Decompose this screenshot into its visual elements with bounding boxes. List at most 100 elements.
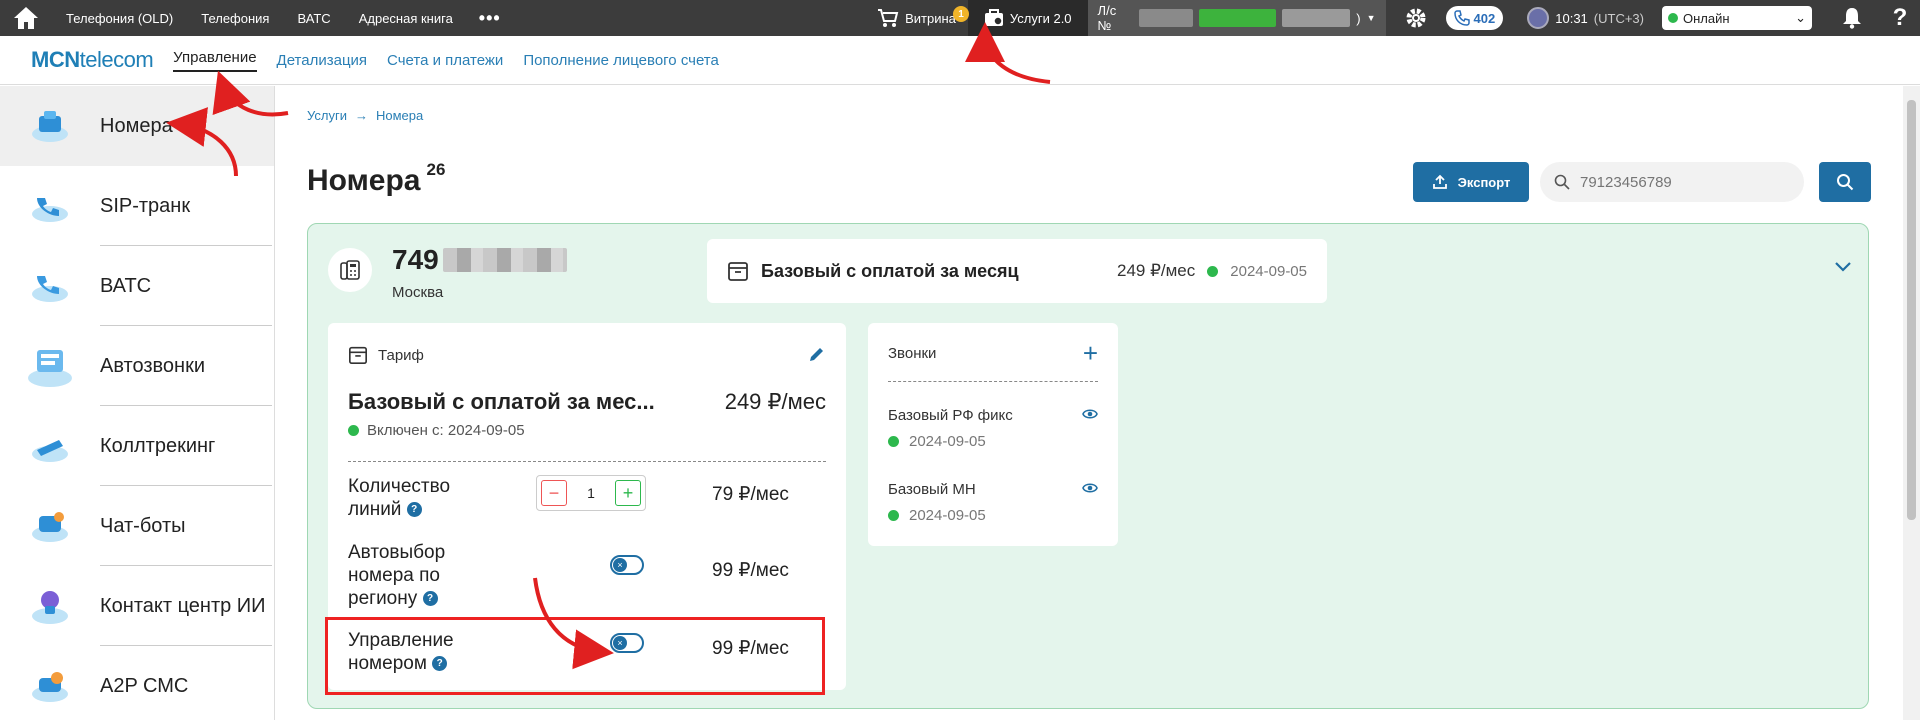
scrollbar[interactable]	[1903, 86, 1920, 720]
sidebar-item-label: Автозвонки	[100, 354, 206, 377]
search-field[interactable]	[1540, 162, 1804, 202]
lines-quantity-value[interactable]: 1	[587, 485, 595, 501]
nav-vats[interactable]: ВАТС	[283, 11, 344, 26]
sidebar-item-label: Чат-боты	[100, 514, 186, 537]
lines-quantity-stepper[interactable]: − 1 +	[536, 475, 646, 511]
search-icon	[1554, 174, 1570, 190]
tariff-summary-price: 249 ₽/мес	[1116, 261, 1196, 280]
tariff-summary[interactable]: Базовый с оплатой за месяц 249 ₽/мес 202…	[707, 239, 1327, 303]
export-label: Экспорт	[1457, 174, 1511, 190]
close-icon: ×	[613, 558, 627, 572]
box-icon	[728, 262, 748, 281]
phone-icon	[1453, 10, 1470, 26]
decrement-button[interactable]: −	[541, 480, 567, 506]
sidebar-item-calltracking[interactable]: Коллтрекинг	[0, 406, 274, 486]
nav-address-book[interactable]: Адресная книга	[345, 11, 467, 26]
account-selector[interactable]: Л/с № ) ▼	[1087, 0, 1386, 36]
more-menu-button[interactable]: •••	[467, 8, 513, 29]
tab-details[interactable]: Детализация	[277, 52, 368, 69]
chevron-down-icon: ▼	[1366, 13, 1376, 23]
search-input[interactable]	[1580, 173, 1780, 191]
search-icon	[1837, 174, 1854, 191]
pencil-icon[interactable]	[808, 345, 826, 368]
breadcrumb-services-link[interactable]: Услуги	[307, 108, 347, 123]
logo-bold: MCN	[31, 47, 80, 72]
search-button[interactable]	[1819, 162, 1871, 202]
sub-navigation: MCNtelecom Управление Детализация Счета …	[0, 36, 1920, 85]
tab-bills-payments[interactable]: Счета и платежи	[387, 52, 503, 69]
clock-timezone: (UTC+3)	[1593, 10, 1644, 26]
calltracking-icon	[0, 428, 100, 464]
breadcrumb-current[interactable]: Номера	[376, 108, 423, 123]
account-prefix: Л/с №	[1097, 3, 1117, 33]
option-auto-select-label: Автовыбор номера по региону ?	[348, 541, 478, 610]
tab-top-up[interactable]: Пополнение лицевого счета	[523, 52, 719, 69]
tariff-summary-name: Базовый с оплатой за месяц	[761, 260, 1019, 281]
eye-icon[interactable]	[1082, 407, 1098, 426]
chevron-down-icon[interactable]	[1834, 260, 1852, 278]
chatbots-icon	[0, 508, 100, 544]
add-icon[interactable]: +	[1083, 340, 1098, 366]
status-select[interactable]: Онлайн ⌄	[1662, 6, 1812, 30]
vitrina-button[interactable]: Витрина 1	[865, 6, 970, 28]
avatar[interactable]	[1527, 7, 1550, 29]
services-icon	[984, 9, 1003, 26]
phone-number-prefix: 749	[392, 244, 439, 275]
option-auto-select-price: 99 ₽/мес	[712, 560, 789, 581]
breadcrumb: Услуги → Номера	[307, 108, 423, 123]
page-title-text: Номера	[307, 164, 421, 197]
highlight-box	[325, 617, 825, 695]
nav-telephony[interactable]: Телефония	[187, 11, 283, 26]
sidebar-item-a2p-sms[interactable]: A2P СМС	[0, 646, 274, 720]
tariff-panel-header: Тариф	[348, 345, 424, 365]
arrow-right-icon: →	[354, 108, 368, 123]
call-package-name: Базовый МН	[888, 481, 976, 498]
increment-button[interactable]: +	[614, 480, 641, 506]
online-dot-icon	[1668, 13, 1678, 23]
tariff-name: Базовый с оплатой за мес...	[348, 389, 655, 414]
export-button[interactable]: Экспорт	[1413, 162, 1529, 202]
numbers-icon	[0, 108, 100, 144]
vitrina-badge: 1	[953, 6, 970, 22]
fax-phone-icon	[328, 248, 372, 292]
tab-management[interactable]: Управление	[173, 49, 257, 72]
cart-icon	[878, 9, 899, 27]
account-redacted	[1138, 9, 1193, 27]
sidebar-item-ai-contact-center[interactable]: Контакт центр ИИ	[0, 566, 274, 646]
sip-trunk-icon	[0, 188, 100, 224]
help-icon[interactable]: ?	[406, 502, 422, 518]
tariff-panel-title: Тариф	[378, 346, 424, 364]
phone-number[interactable]: 749	[392, 244, 567, 276]
active-calls-count: 402	[1473, 10, 1496, 26]
nav-telephony-old[interactable]: Телефония (OLD)	[52, 11, 187, 26]
auto-select-toggle[interactable]: ×	[610, 555, 644, 575]
sidebar-item-autocalls[interactable]: Автозвонки	[0, 326, 274, 406]
phone-number-redacted	[442, 248, 567, 272]
call-package-date: 2024-09-05	[888, 507, 986, 524]
eye-icon[interactable]	[1082, 481, 1098, 500]
help-icon[interactable]: ?	[422, 591, 438, 607]
active-calls-button[interactable]: 402	[1445, 6, 1504, 30]
home-icon[interactable]	[0, 0, 52, 36]
active-status-dot	[348, 425, 359, 436]
phone-number-city: Москва	[392, 284, 444, 301]
divider	[348, 461, 826, 462]
call-package-name: Базовый РФ фикс	[888, 407, 1013, 424]
sidebar-item-sip-trunk[interactable]: SIP-транк	[0, 166, 274, 246]
sidebar-item-chatbots[interactable]: Чат-боты	[0, 486, 274, 566]
sidebar-item-numbers[interactable]: Номера	[0, 86, 274, 166]
ai-contact-center-icon	[0, 586, 100, 626]
help-icon[interactable]: ?	[1880, 4, 1920, 32]
services-2-button[interactable]: Услуги 2.0	[967, 0, 1088, 36]
gear-icon[interactable]	[1386, 6, 1446, 30]
divider	[888, 381, 1098, 382]
call-package-date: 2024-09-05	[888, 433, 986, 450]
sidebar-item-vats[interactable]: ВАТС	[0, 246, 274, 326]
bell-icon[interactable]	[1824, 7, 1880, 29]
active-status-dot	[888, 436, 899, 447]
sidebar-item-label: Контакт центр ИИ	[100, 594, 266, 617]
logo[interactable]: MCNtelecom	[31, 47, 154, 73]
scrollbar-thumb[interactable]	[1907, 100, 1916, 520]
calls-panel: Звонки + Базовый РФ фикс 2024-09-05 Базо…	[868, 323, 1118, 546]
account-redacted-2	[1282, 9, 1351, 27]
